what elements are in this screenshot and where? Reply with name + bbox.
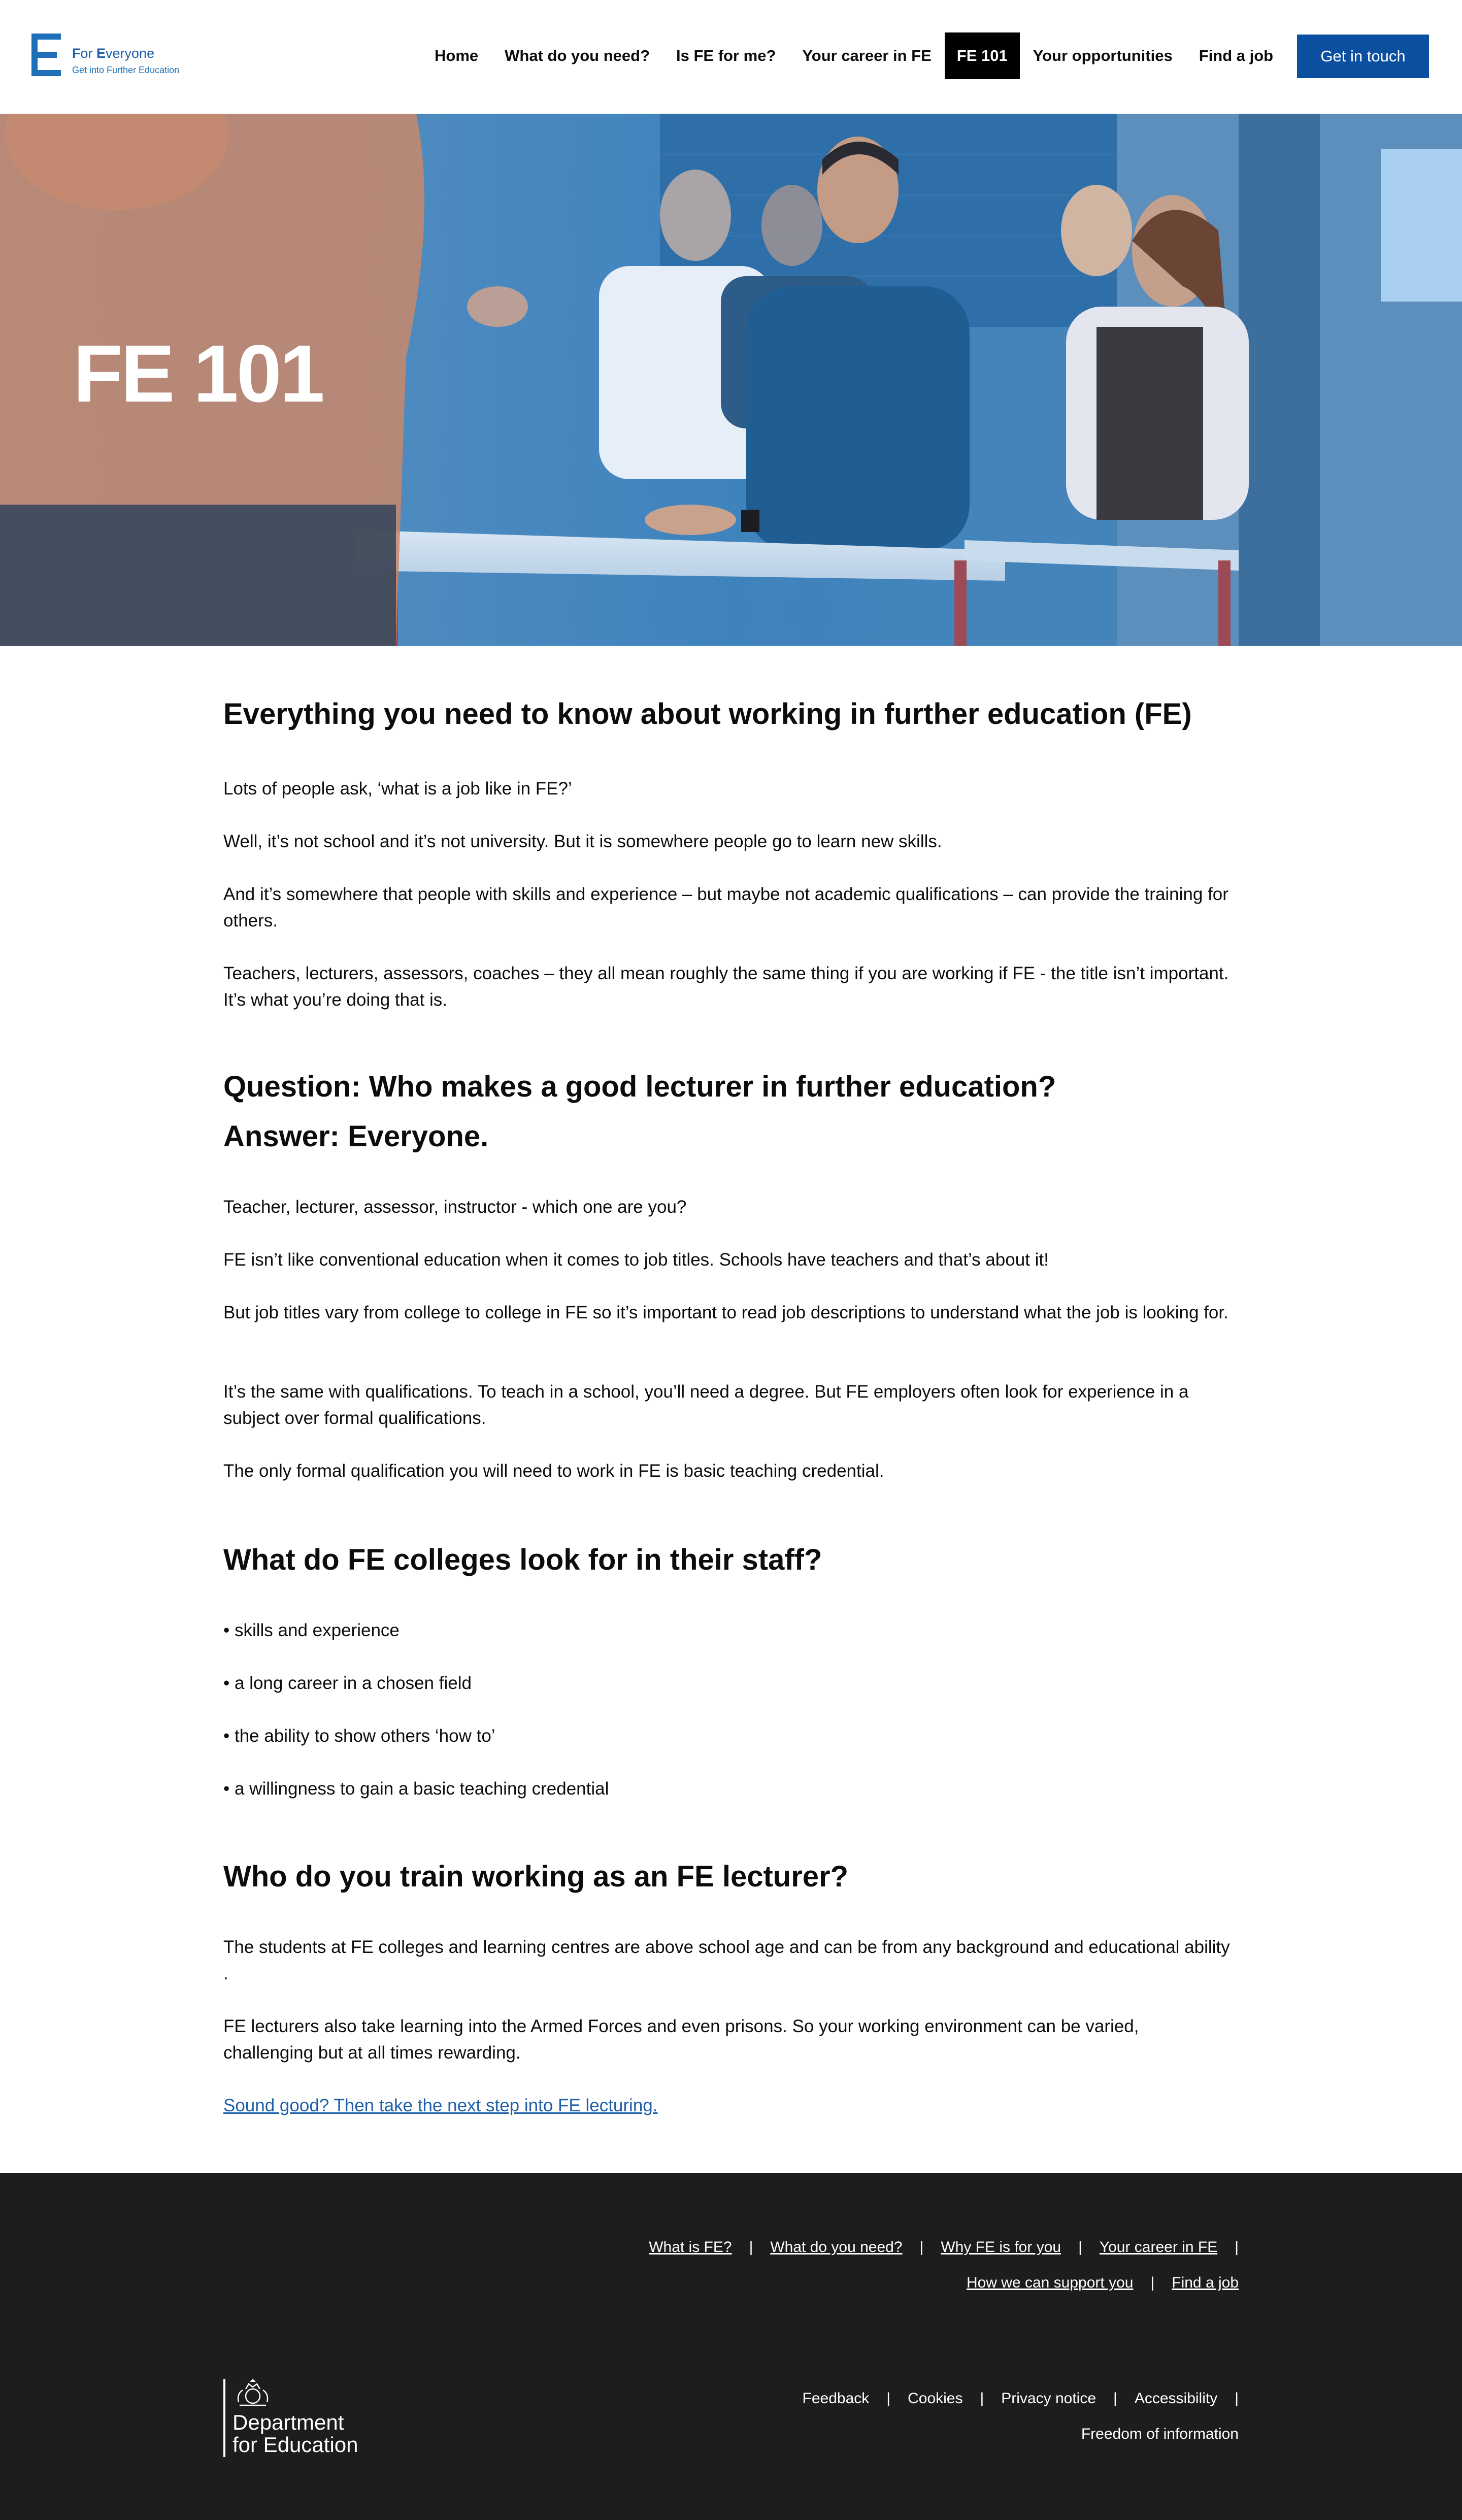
intro-paragraph: And it’s somewhere that people with skil…	[223, 884, 1228, 931]
get-in-touch-button[interactable]: Get in touch	[1297, 35, 1429, 78]
footer-link-why-fe[interactable]: Why FE is for you	[941, 2239, 1061, 2256]
dfe-logo[interactable]: Department for Education	[223, 2379, 376, 2460]
footer-separator: |	[886, 2390, 891, 2407]
main-nav: Home What do you need? Is FE for me? You…	[421, 32, 1286, 79]
heading-question: Question: Who makes a good lecturer in f…	[223, 1070, 1056, 1103]
answer-paragraph: It’s the same with qualifications. To te…	[223, 1382, 1189, 1428]
footer-nav-row-1: What is FE? | What do you need? | Why FE…	[649, 2239, 1239, 2256]
answer-paragraph: FE isn’t like conventional education whe…	[223, 1250, 1049, 1270]
heading-answer: Answer: Everyone.	[223, 1120, 489, 1153]
train-paragraph: FE lecturers also take learning into the…	[223, 2016, 1139, 2063]
nav-item-what-do-you-need[interactable]: What do you need?	[491, 32, 663, 79]
nav-item-is-fe-for-me[interactable]: Is FE for me?	[663, 32, 789, 79]
nav-item-fe-101[interactable]: FE 101	[944, 32, 1020, 79]
logo-subtitle: Get into Further Education	[72, 65, 180, 75]
footer-link-privacy[interactable]: Privacy notice	[1001, 2390, 1096, 2407]
footer-legal-row-1: Feedback | Cookies | Privacy notice | Ac…	[803, 2390, 1239, 2407]
intro-paragraph: Teachers, lecturers, assessors, coaches …	[223, 964, 1229, 1010]
answer-paragraph: Teacher, lecturer, assessor, instructor …	[223, 1197, 687, 1217]
nav-item-home[interactable]: Home	[421, 32, 491, 79]
heading-colleges-look-for: What do FE colleges look for in their st…	[223, 1543, 822, 1576]
footer-separator: |	[749, 2239, 753, 2256]
footer-link-feedback[interactable]: Feedback	[803, 2390, 870, 2407]
next-step-link[interactable]: Sound good? Then take the next step into…	[223, 2093, 657, 2119]
nav-item-your-career[interactable]: Your career in FE	[789, 32, 944, 79]
page-title: FE 101	[73, 328, 325, 419]
heading-who-do-you-train: Who do you train working as an FE lectur…	[223, 1860, 849, 1893]
heading-everything-you-need: Everything you need to know about workin…	[223, 698, 1192, 731]
footer-link-accessibility[interactable]: Accessibility	[1135, 2390, 1217, 2407]
hero-banner: FE 101	[0, 114, 1462, 646]
footer-legal-row-2: Freedom of information	[1081, 2426, 1239, 2443]
nav-item-your-opportunities[interactable]: Your opportunities	[1020, 32, 1186, 79]
list-item: • a willingness to gain a basic teaching…	[223, 1779, 609, 1799]
footer-separator: |	[1235, 2239, 1239, 2256]
footer-link-find-a-job[interactable]: Find a job	[1172, 2274, 1239, 2292]
answer-paragraph: The only formal qualification you will n…	[223, 1461, 884, 1481]
list-item: • skills and experience	[223, 1620, 400, 1640]
footer-separator: |	[1150, 2274, 1155, 2291]
royal-crest-icon	[237, 2379, 269, 2406]
dfe-logo-rule	[223, 2379, 225, 2457]
footer-separator: |	[1078, 2239, 1082, 2256]
site-footer	[0, 2173, 1462, 2520]
dfe-logo-text: Department for Education	[232, 2410, 358, 2457]
footer-separator: |	[1113, 2390, 1117, 2407]
site-header: For Everyone Get into Further Education …	[0, 0, 1462, 114]
list-item: • the ability to show others ‘how to’	[223, 1726, 495, 1746]
logo-e-icon	[31, 34, 61, 76]
list-item: • a long career in a chosen field	[223, 1673, 472, 1693]
footer-link-cookies[interactable]: Cookies	[908, 2390, 962, 2407]
footer-link-your-career[interactable]: Your career in FE	[1100, 2239, 1217, 2256]
site-logo[interactable]: For Everyone Get into Further Education	[31, 34, 199, 79]
logo-title: For Everyone	[72, 46, 155, 61]
footer-link-what-is-fe[interactable]: What is FE?	[649, 2239, 732, 2256]
footer-separator: |	[1235, 2390, 1239, 2407]
intro-paragraph: Well, it’s not school and it’s not unive…	[223, 832, 942, 851]
footer-link-foi[interactable]: Freedom of information	[1081, 2426, 1239, 2443]
answer-paragraph: But job titles vary from college to coll…	[223, 1303, 1228, 1322]
footer-separator: |	[980, 2390, 984, 2407]
footer-link-how-we-support[interactable]: How we can support you	[967, 2274, 1134, 2292]
train-paragraph: The students at FE colleges and learning…	[223, 1937, 1230, 1983]
nav-item-find-a-job[interactable]: Find a job	[1186, 32, 1286, 79]
footer-separator: |	[919, 2239, 924, 2256]
footer-nav-row-2: How we can support you | Find a job	[967, 2274, 1239, 2292]
intro-paragraph: Lots of people ask, ‘what is a job like …	[223, 779, 572, 799]
footer-link-what-do-you-need[interactable]: What do you need?	[770, 2239, 902, 2256]
